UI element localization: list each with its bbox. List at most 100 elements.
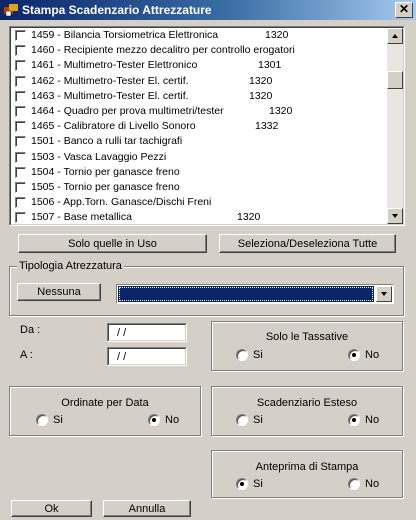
list-item[interactable]: 1501 - Banco a rulli tar tachigrafi xyxy=(11,134,386,149)
da-date-input[interactable] xyxy=(111,326,183,340)
item-label: 1501 - Banco a rulli tar tachigrafi xyxy=(31,135,183,148)
item-checkbox[interactable] xyxy=(15,136,26,148)
item-label: 1506 - App.Torn. Ganasce/Dischi Freni xyxy=(31,196,212,209)
arrow-up-icon xyxy=(392,34,398,38)
item-label: 1505 - Tornio per ganasce freno xyxy=(31,180,180,193)
item-code: 1332 xyxy=(255,120,279,133)
solo-in-uso-label: Solo quelle in Uso xyxy=(68,237,157,250)
dropdown-button[interactable] xyxy=(376,286,392,302)
item-label: 1462 - Multimetro-Tester El. certif. xyxy=(31,74,189,87)
ok-button[interactable]: Ok xyxy=(11,500,92,517)
tipologia-label: Tipologia Atrezzatura xyxy=(17,260,124,272)
item-checkbox[interactable] xyxy=(15,212,26,224)
anteprima-si-label: Si xyxy=(253,478,263,490)
close-icon: ✕ xyxy=(398,2,410,16)
solo-tassative-si-label: Si xyxy=(253,349,263,361)
tipologia-selected xyxy=(118,286,374,302)
scadenziario-esteso-no-label: No xyxy=(365,414,380,426)
list-item[interactable]: 1462 - Multimetro-Tester El. certif. 1320 xyxy=(11,74,386,89)
scadenziario-esteso-group: Scadenziario Esteso Si No xyxy=(211,386,403,436)
list-item[interactable]: 1459 - Bilancia Torsiometrica Elettronic… xyxy=(11,28,386,43)
item-label: 1459 - Bilancia Torsiometrica Elettronic… xyxy=(31,29,219,41)
item-label: 1465 - Calibratore di Livello Sonoro xyxy=(31,120,196,133)
solo-in-uso-button[interactable]: Solo quelle in Uso xyxy=(18,234,207,253)
annulla-label: Annulla xyxy=(128,502,166,515)
item-code: 1320 xyxy=(269,104,293,117)
a-date-field[interactable] xyxy=(107,347,187,366)
window-title: Stampa Scadenzario Attrezzature xyxy=(22,3,212,17)
ordinate-data-group: Ordinate per Data Si No xyxy=(9,386,201,436)
anteprima-si-radio[interactable] xyxy=(236,478,248,490)
anteprima-no-label: No xyxy=(365,478,380,490)
seleziona-tutte-label: Seleziona/Deseleziona Tutte xyxy=(237,237,378,250)
item-checkbox[interactable] xyxy=(15,181,26,193)
a-date-input[interactable] xyxy=(111,350,183,364)
list-item[interactable]: 1465 - Calibratore di Livello Sonoro 1332 xyxy=(11,119,386,134)
list-item[interactable]: 1507 - Base metallica 1320 xyxy=(11,210,386,224)
item-code: 1301 xyxy=(258,59,282,72)
app-icon xyxy=(4,4,18,17)
solo-tassative-label: Solo le Tassative xyxy=(265,331,349,343)
item-checkbox[interactable] xyxy=(15,121,26,133)
item-label: 1461 - Multimetro-Tester Elettronico xyxy=(31,59,198,72)
item-label: 1463 - Multimetro-Tester El. certif. xyxy=(31,89,189,102)
close-button[interactable]: ✕ xyxy=(395,2,413,18)
item-checkbox[interactable] xyxy=(15,45,26,57)
list-item[interactable]: 1504 - Tornio per ganasce freno xyxy=(11,165,386,180)
solo-tassative-no-label: No xyxy=(365,349,380,361)
ordinate-data-si-radio[interactable] xyxy=(36,414,48,426)
anteprima-no-radio[interactable] xyxy=(348,478,360,490)
item-code: 1320 xyxy=(249,74,273,87)
solo-tassative-no-radio[interactable] xyxy=(348,349,360,361)
ordinate-data-label: Ordinate per Data xyxy=(61,397,149,409)
item-checkbox[interactable] xyxy=(15,60,26,72)
list-item[interactable]: 1463 - Multimetro-Tester El. certif. 1320 xyxy=(11,89,386,104)
equipment-list: 1459 - Bilancia Torsiometrica Elettronic… xyxy=(11,28,386,224)
title-bar: Stampa Scadenzario Attrezzature ✕ xyxy=(0,0,416,20)
a-label: A : xyxy=(20,349,33,361)
ordinate-data-no-radio[interactable] xyxy=(148,414,160,426)
item-label: 1507 - Base metallica xyxy=(31,211,132,224)
scroll-down-button[interactable] xyxy=(387,208,403,224)
solo-tassative-si-radio[interactable] xyxy=(236,349,248,361)
list-item[interactable]: 1505 - Tornio per ganasce freno xyxy=(11,180,386,195)
item-checkbox[interactable] xyxy=(15,197,26,209)
scroll-thumb[interactable] xyxy=(387,71,403,89)
scadenziario-esteso-no-radio[interactable] xyxy=(348,414,360,426)
item-label: 1460 - Recipiente mezzo decalitro per co… xyxy=(31,44,295,57)
chevron-down-icon xyxy=(381,292,387,296)
item-label: 1503 - Vasca Lavaggio Pezzi xyxy=(31,150,167,163)
list-item[interactable]: 1460 - Recipiente mezzo decalitro per co… xyxy=(11,43,386,58)
item-checkbox[interactable] xyxy=(15,90,26,102)
item-code: 1320 xyxy=(249,89,273,102)
list-item[interactable]: 1506 - App.Torn. Ganasce/Dischi Freni xyxy=(11,195,386,210)
item-checkbox[interactable] xyxy=(15,166,26,178)
da-label: Da : xyxy=(20,324,41,336)
scroll-up-button[interactable] xyxy=(387,28,403,44)
annulla-button[interactable]: Annulla xyxy=(103,500,191,517)
list-item[interactable]: 1503 - Vasca Lavaggio Pezzi xyxy=(11,150,386,165)
nessuna-label: Nessuna xyxy=(37,286,81,298)
item-checkbox[interactable] xyxy=(15,151,26,163)
ordinate-data-si-label: Si xyxy=(53,414,63,426)
nessuna-button[interactable]: Nessuna xyxy=(17,283,101,301)
da-date-field[interactable] xyxy=(107,323,187,342)
anteprima-group: Anteprima di Stampa Si No xyxy=(211,450,403,498)
item-label: 1464 - Quadro per prova multimetri/teste… xyxy=(31,104,224,117)
item-checkbox[interactable] xyxy=(15,75,26,87)
item-checkbox[interactable] xyxy=(15,105,26,117)
scadenziario-esteso-label: Scadenziario Esteso xyxy=(256,397,358,409)
anteprima-label: Anteprima di Stampa xyxy=(255,461,359,473)
solo-tassative-group: Solo le Tassative Si No xyxy=(211,321,403,371)
tipologia-dropdown[interactable] xyxy=(116,284,394,304)
item-checkbox[interactable] xyxy=(15,30,26,41)
scadenziario-esteso-si-radio[interactable] xyxy=(236,414,248,426)
scadenziario-esteso-si-label: Si xyxy=(253,414,263,426)
item-code: 1320 xyxy=(237,211,261,224)
seleziona-tutte-button[interactable]: Seleziona/Deseleziona Tutte xyxy=(219,234,396,253)
list-item[interactable]: 1464 - Quadro per prova multimetri/teste… xyxy=(11,104,386,119)
list-scrollbar[interactable] xyxy=(387,28,403,224)
list-item[interactable]: 1461 - Multimetro-Tester Elettronico 1301 xyxy=(11,58,386,73)
equipment-listbox[interactable]: 1459 - Bilancia Torsiometrica Elettronic… xyxy=(9,26,405,226)
item-code: 1320 xyxy=(265,29,289,41)
